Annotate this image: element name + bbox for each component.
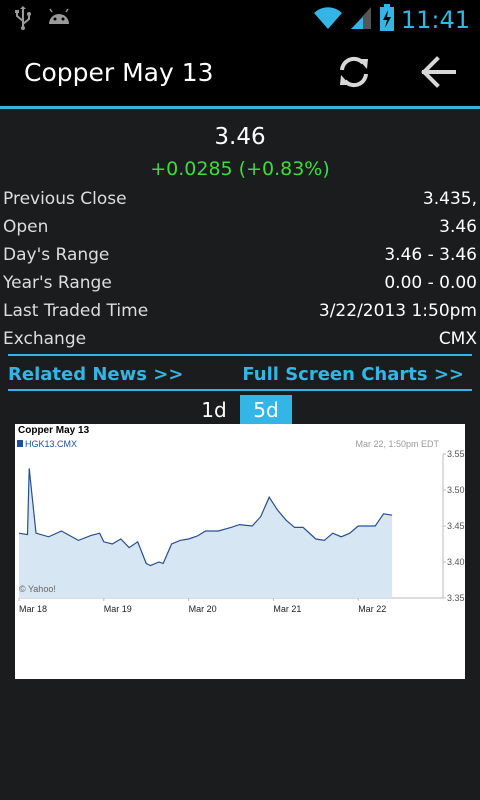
full-screen-charts-link[interactable]: Full Screen Charts >> xyxy=(242,364,464,385)
detail-row-days-range: Day's Range 3.46 - 3.46 xyxy=(0,242,480,270)
wifi-icon xyxy=(313,5,343,35)
detail-value: 3/22/2013 1:50pm xyxy=(318,301,477,321)
x-tick-label: Mar 21 xyxy=(273,604,301,614)
back-button[interactable] xyxy=(416,52,460,96)
detail-value: 3.435, xyxy=(422,189,477,209)
y-tick-label: 3.45 xyxy=(447,521,465,531)
detail-label: Last Traded Time xyxy=(3,301,149,321)
x-tick-label: Mar 18 xyxy=(19,604,47,614)
divider-top xyxy=(8,354,472,356)
legend-swatch xyxy=(17,440,23,447)
detail-label: Day's Range xyxy=(3,245,110,265)
related-news-link[interactable]: Related News >> xyxy=(8,364,183,385)
detail-label: Previous Close xyxy=(3,189,127,209)
detail-value: 0.00 - 0.00 xyxy=(384,273,477,293)
android-icon xyxy=(46,6,72,34)
period-tabs: 1d 5d xyxy=(188,395,292,425)
series-area xyxy=(19,468,393,598)
y-tick-label: 3.40 xyxy=(447,557,465,567)
signal-icon xyxy=(349,5,373,35)
y-tick-label: 3.50 xyxy=(447,485,465,495)
x-tick-label: Mar 22 xyxy=(358,604,386,614)
y-tick-label: 3.35 xyxy=(447,593,465,603)
detail-label: Exchange xyxy=(3,329,87,349)
battery-charging-icon xyxy=(379,4,395,36)
detail-row-exchange: Exchange CMX xyxy=(0,326,480,354)
detail-label: Year's Range xyxy=(3,273,112,293)
detail-row-years-range: Year's Range 0.00 - 0.00 xyxy=(0,270,480,298)
y-tick-label: 3.55 xyxy=(447,449,465,459)
refresh-icon xyxy=(334,52,374,96)
chart-timestamp: Mar 22, 1:50pm EDT xyxy=(355,439,439,449)
refresh-button[interactable] xyxy=(332,52,376,96)
back-arrow-icon xyxy=(418,52,458,96)
detail-row-last-traded-time: Last Traded Time 3/22/2013 1:50pm xyxy=(0,298,480,326)
detail-value: 3.46 - 3.46 xyxy=(384,245,477,265)
x-tick-label: Mar 19 xyxy=(104,604,132,614)
chart-title: Copper May 13 xyxy=(18,425,90,436)
tab-5d[interactable]: 5d xyxy=(240,395,292,425)
price-chart: Copper May 13 HGK13.CMX Mar 22, 1:50pm E… xyxy=(15,424,465,679)
quote-price: 3.46 xyxy=(214,124,266,150)
page-title: Copper May 13 xyxy=(24,58,214,87)
detail-row-open: Open 3.46 xyxy=(0,214,480,242)
quote-change: +0.0285 (+0.83%) xyxy=(150,158,330,180)
chart-legend-label: HGK13.CMX xyxy=(25,439,77,449)
chart-credit: © Yahoo! xyxy=(19,584,56,594)
chart-svg: Copper May 13 HGK13.CMX Mar 22, 1:50pm E… xyxy=(17,425,465,614)
usb-icon xyxy=(14,6,32,34)
status-bar: 11:41 xyxy=(0,0,480,38)
detail-row-previous-close: Previous Close 3.435, xyxy=(0,186,480,214)
divider-bottom xyxy=(8,389,472,391)
details-list: Previous Close 3.435, Open 3.46 Day's Ra… xyxy=(0,186,480,354)
action-bar: Copper May 13 xyxy=(0,38,480,109)
detail-label: Open xyxy=(3,217,49,237)
detail-value: CMX xyxy=(438,329,477,349)
detail-value: 3.46 xyxy=(439,217,477,237)
clock: 11:41 xyxy=(400,6,470,34)
tab-1d[interactable]: 1d xyxy=(188,395,240,425)
x-tick-label: Mar 20 xyxy=(189,604,217,614)
links-bar: Related News >> Full Screen Charts >> xyxy=(0,364,480,390)
